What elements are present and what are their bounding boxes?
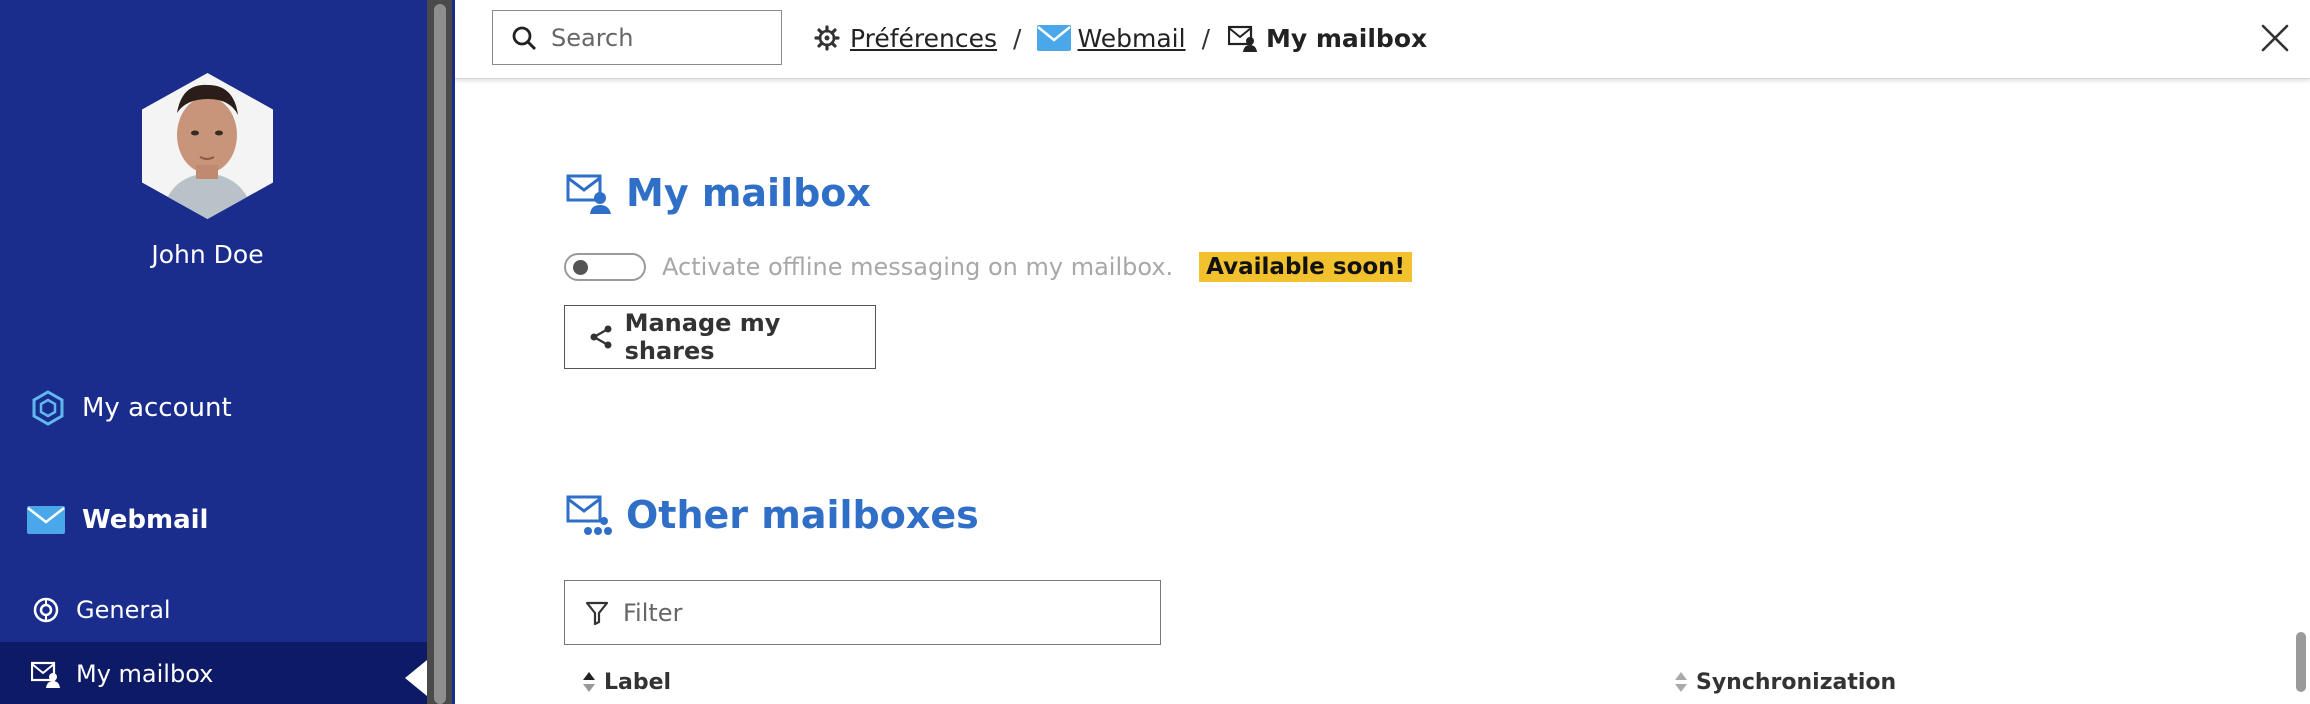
sidebar-item-my-mailbox[interactable]: My mailbox	[0, 642, 427, 704]
sidebar: John Doe My account Webmail General My m…	[0, 0, 427, 704]
offline-messaging-toggle[interactable]	[564, 253, 646, 281]
column-header-label[interactable]: Label	[580, 668, 671, 696]
main-scrollbar-thumb[interactable]	[2296, 632, 2306, 692]
sidebar-item-label: General	[76, 596, 171, 624]
breadcrumb-item-my-mailbox: My mailbox	[1226, 21, 1427, 55]
offline-messaging-label: Activate offline messaging on my mailbox…	[662, 253, 1174, 281]
hexagon-network-icon	[28, 388, 68, 428]
sort-icon	[580, 668, 598, 696]
share-icon	[587, 323, 615, 351]
search-icon	[509, 23, 539, 53]
breadcrumb: Préférences / Webmail / My mailbox	[810, 18, 1427, 58]
filter-box	[564, 580, 1161, 645]
mailbox-user-icon	[26, 654, 66, 694]
close-icon	[2261, 24, 2289, 52]
available-soon-badge: Available soon!	[1199, 252, 1413, 282]
sidebar-item-label: Webmail	[82, 505, 209, 535]
avatar	[142, 73, 273, 219]
search-box	[492, 10, 782, 65]
column-header-text: Synchronization	[1696, 669, 1897, 695]
section-title: My mailbox	[626, 171, 871, 215]
sidebar-item-general[interactable]: General	[0, 589, 427, 631]
my-mailbox-heading: My mailbox	[564, 170, 871, 216]
manage-shares-label: Manage my shares	[624, 309, 781, 365]
top-bar: Préférences / Webmail / My mai	[455, 0, 2310, 79]
column-header-text: Label	[604, 669, 672, 695]
filter-input[interactable]	[621, 597, 1145, 628]
manage-shares-button[interactable]: Manage my shares	[564, 305, 876, 369]
mailbox-user-icon	[564, 170, 614, 216]
breadcrumb-label: My mailbox	[1266, 23, 1428, 53]
active-item-caret	[405, 660, 427, 696]
offline-messaging-row: Activate offline messaging on my mailbox…	[564, 252, 1413, 282]
mailbox-group-icon	[564, 492, 614, 538]
breadcrumb-separator: /	[1013, 23, 1022, 53]
other-mailboxes-heading: Other mailboxes	[564, 492, 979, 538]
sidebar-item-label: My account	[82, 393, 232, 423]
sort-icon	[1672, 668, 1690, 696]
sidebar-item-webmail[interactable]: Webmail	[0, 499, 427, 541]
section-title: Other mailboxes	[626, 493, 979, 537]
breadcrumb-item-preferences[interactable]: Préférences	[810, 21, 997, 55]
sidebar-item-my-account[interactable]: My account	[0, 387, 427, 429]
column-header-synchronization[interactable]: Synchronization	[1672, 668, 1896, 696]
toggle-knob	[573, 260, 588, 275]
user-name: John Doe	[151, 240, 264, 269]
close-button[interactable]	[2255, 18, 2295, 58]
sidebar-item-label: My mailbox	[76, 660, 214, 688]
mailbox-user-icon	[1226, 21, 1260, 55]
sidebar-scrollbar-thumb[interactable]	[434, 4, 446, 704]
breadcrumb-separator: /	[1201, 23, 1210, 53]
filter-icon	[583, 599, 611, 627]
search-input[interactable]	[549, 22, 773, 53]
divider	[452, 0, 455, 704]
gear-icon	[810, 21, 844, 55]
breadcrumb-label[interactable]: Webmail	[1077, 24, 1185, 53]
envelope-icon	[1037, 21, 1072, 55]
breadcrumb-label[interactable]: Préférences	[850, 24, 997, 53]
envelope-icon	[26, 500, 66, 540]
settings-circle-icon	[26, 590, 66, 630]
breadcrumb-item-webmail[interactable]: Webmail	[1037, 21, 1186, 55]
